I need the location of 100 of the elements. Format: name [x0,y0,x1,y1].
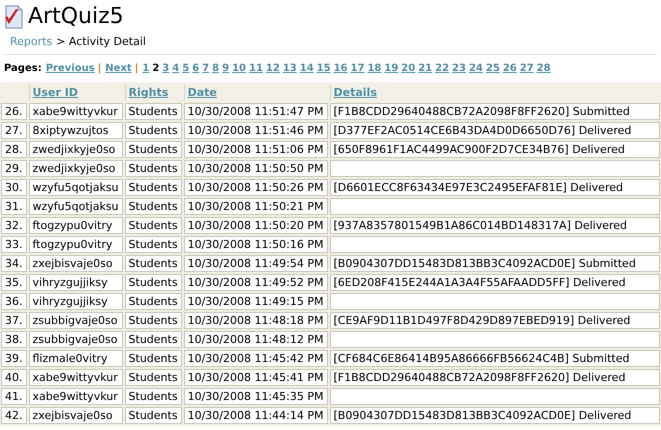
table-cell: Students [124,198,182,214]
page-link[interactable]: 9 [222,60,230,76]
table-cell: Students [124,254,182,272]
page-link[interactable]: 14 [300,60,314,76]
row-number: 41. [1,388,26,404]
page-link[interactable]: 1 [142,60,150,76]
table-cell: 10/30/2008 11:50:20 PM [184,216,328,234]
page-link[interactable]: 22 [435,60,450,76]
page-link[interactable]: 24 [468,60,483,76]
table-cell: wzyfu5qotjaksu [28,178,123,196]
app-title: ArtQuiz5 [28,4,124,30]
page-link[interactable]: 20 [401,60,416,76]
table-cell: [650F8961F1AC4499AC900F2D7CE34B76] Delivered [330,140,660,158]
table-cell: [D6601ECC8F63434E97E3C2495EFAF81E] Delivered [330,178,660,196]
table-cell: 10/30/2008 11:50:50 PM [184,160,328,176]
page-link[interactable]: 21 [418,60,432,76]
row-number: 30. [1,178,26,196]
table-cell: Students [124,178,182,196]
row-number: 32. [1,216,26,234]
table-cell: ftogzypu0vitry [28,236,123,252]
page-link[interactable]: 4 [172,60,180,76]
page-link[interactable]: 19 [384,60,398,76]
row-number: 42. [1,406,26,424]
column-header-link[interactable]: Details [334,86,377,98]
table-cell: zsubbigvaje0so [28,330,123,348]
row-number: 27. [1,122,26,138]
page-link[interactable]: 8 [212,60,220,76]
row-number: 31. [1,198,26,214]
table-cell: 10/30/2008 11:50:26 PM [184,178,328,196]
table-cell: 10/30/2008 11:45:41 PM [184,368,328,386]
next-link[interactable]: Next [105,60,132,76]
table-cell: [B0904307DD15483D813BB3C4092ACD0E] Submitted [330,254,660,272]
table-cell: xabe9wittyvkur [28,368,123,386]
breadcrumb-link[interactable]: Reports [10,34,52,50]
separator: | [98,62,102,76]
table-cell: Students [124,388,182,404]
row-number: 38. [1,330,26,348]
table-cell: [D377EF2AC0514CE6B43DA4D0D6650D76] Delivered [330,122,660,138]
table-cell: [F1B8CDD29640488CB72A2098F8FF2620] Delivered [330,368,660,386]
table-cell: Students [124,140,182,158]
page-link[interactable]: 26 [502,60,517,76]
table-cell: vihryzgujjiksy [28,274,123,290]
row-number: 26. [1,102,26,120]
table-cell: zxejbisvaje0so [28,406,123,424]
row-number: 28. [1,140,26,158]
table-cell: Students [124,122,182,138]
table-cell: zwedjixkyje0so [28,140,123,158]
row-number: 29. [1,160,26,176]
table-cell: vihryzgujjiksy [28,292,123,310]
page-link[interactable]: 13 [282,60,297,76]
table-cell: 10/30/2008 11:45:42 PM [184,350,328,366]
table-cell: 10/30/2008 11:51:47 PM [184,102,328,120]
separator: | [134,62,138,76]
table-cell: 10/30/2008 11:44:14 PM [184,406,328,424]
row-number: 37. [1,312,26,328]
table-cell: [CF684C6E86414B95A86666FB56624C4B] Submitted [330,350,660,366]
table-cell: 10/30/2008 11:45:35 PM [184,388,328,404]
row-number: 34. [1,254,26,272]
table-cell: Students [124,102,182,120]
previous-link[interactable]: Previous [46,60,95,76]
page-link[interactable]: 27 [520,60,534,76]
table-cell: zwedjixkyje0so [28,160,123,176]
page-link[interactable]: 10 [232,60,246,76]
table-cell: Students [124,160,182,176]
row-number: 35. [1,274,26,290]
page-link[interactable]: 28 [536,60,551,76]
current-page: 2 [152,62,160,76]
page-link[interactable]: 12 [266,60,280,76]
table-cell: 10/30/2008 11:50:21 PM [184,198,328,214]
row-number: 36. [1,292,26,310]
table-cell: Students [124,236,182,252]
table-cell: 10/30/2008 11:49:15 PM [184,292,328,310]
page-link[interactable]: 16 [334,60,348,76]
table-cell: Students [124,368,182,386]
table-cell: Students [124,216,182,234]
table-cell: xabe9wittyvkur [28,388,123,404]
page-link[interactable]: 25 [486,60,500,76]
table-cell: flizmale0vitry [28,350,123,366]
table-cell: 10/30/2008 11:51:46 PM [184,122,328,138]
page-link[interactable]: 11 [248,60,263,76]
row-number: 39. [1,350,26,366]
table-cell: 10/30/2008 11:48:12 PM [184,330,328,348]
table-cell: wzyfu5qotjaksu [28,198,123,214]
page-link[interactable]: 5 [182,60,190,76]
row-number: 33. [1,236,26,252]
page-link[interactable]: 15 [316,60,331,76]
page-link[interactable]: 3 [162,60,170,76]
page-link[interactable]: 6 [192,60,200,76]
table-cell: xabe9wittyvkur [28,102,123,120]
table-cell: 8xiptywzujtos [28,122,123,138]
page-link[interactable]: 7 [202,60,210,76]
table-cell: Students [124,406,182,424]
table-cell: 10/30/2008 11:48:18 PM [184,312,328,328]
table-cell: 10/30/2008 11:51:06 PM [184,140,328,158]
column-header-link[interactable]: Date [188,86,217,98]
page-link[interactable]: 17 [350,60,364,76]
table-cell: zsubbigvaje0so [28,312,123,328]
table-cell: Students [124,330,182,348]
page-link[interactable]: 23 [452,60,466,76]
page-link[interactable]: 18 [367,60,382,76]
